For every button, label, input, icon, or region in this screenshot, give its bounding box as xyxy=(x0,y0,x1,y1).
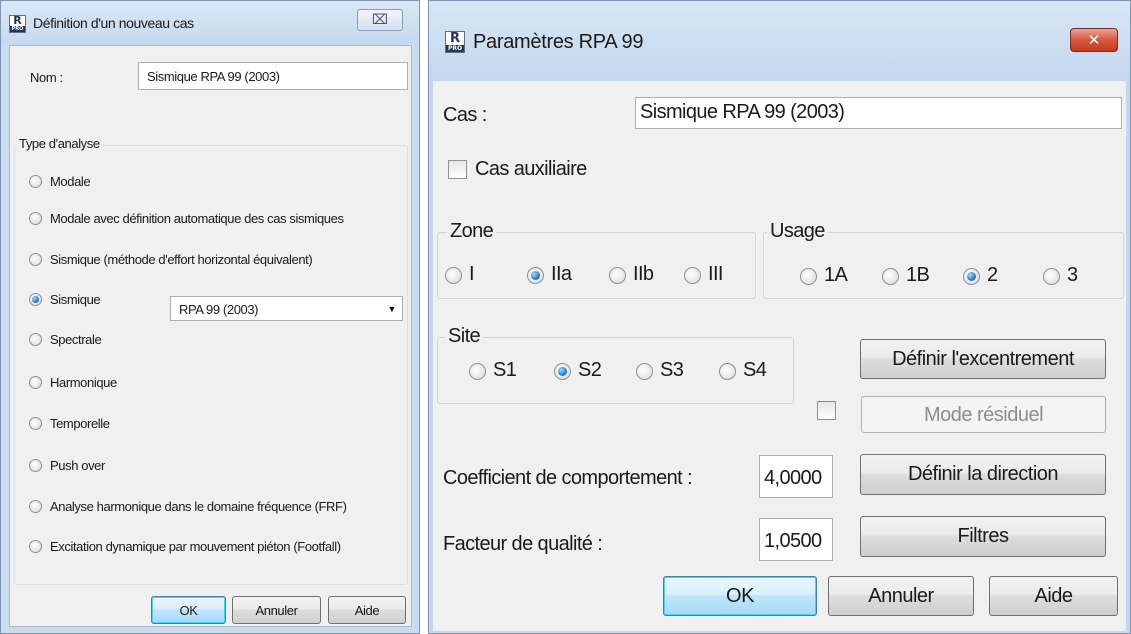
chevron-down-icon: ▼ xyxy=(387,304,396,314)
radio-usage-3[interactable] xyxy=(1043,268,1060,285)
ok-button[interactable]: OK xyxy=(663,576,817,616)
behavior-coefficient-label: Coefficient de comportement : xyxy=(443,467,693,489)
define-eccentricity-button[interactable]: Définir l'excentrement xyxy=(860,339,1106,379)
option-push-over-label: Push over xyxy=(50,458,105,473)
option-sismique-equivalent-label: Sismique (méthode d'effort horizontal éq… xyxy=(50,252,313,267)
help-button[interactable]: Aide xyxy=(989,576,1118,616)
auxiliary-case-checkbox[interactable] xyxy=(448,160,467,179)
site-s3-label: S3 xyxy=(660,359,684,381)
usage-3-label: 3 xyxy=(1067,264,1078,286)
radio-usage-2[interactable] xyxy=(963,268,980,285)
new-case-dialog: R PRO Définition d'un nouveau cas ⌧ Nom :… xyxy=(0,0,420,634)
cancel-button[interactable]: Annuler xyxy=(828,576,974,616)
zone-iia-label: IIa xyxy=(551,263,572,285)
dialog-body: Nom : Sismique RPA 99 (2003) Type d'anal… xyxy=(9,45,412,627)
radio-usage-1a[interactable] xyxy=(800,268,817,285)
usage-1a-label: 1A xyxy=(824,264,848,286)
option-harmonique-label: Harmonique xyxy=(50,375,117,390)
option-modale-auto-label: Modale avec définition automatique des c… xyxy=(50,211,344,226)
auxiliary-case-label: Cas auxiliaire xyxy=(475,158,587,180)
radio-frf[interactable] xyxy=(29,500,42,513)
site-s1-label: S1 xyxy=(493,359,517,381)
close-button[interactable]: ⌧ xyxy=(357,9,403,31)
usage-label: Usage xyxy=(767,220,828,243)
radio-push-over[interactable] xyxy=(29,459,42,472)
case-label: Cas : xyxy=(443,104,487,126)
radio-sismique[interactable] xyxy=(29,293,42,306)
analysis-type-label: Type d'analyse xyxy=(16,136,103,151)
radio-site-s4[interactable] xyxy=(719,363,736,380)
seismic-standard-value: RPA 99 (2003) xyxy=(179,302,259,317)
radio-modale[interactable] xyxy=(29,175,42,188)
zone-i-label: I xyxy=(469,263,475,285)
filters-button[interactable]: Filtres xyxy=(860,516,1106,557)
case-input[interactable]: Sismique RPA 99 (2003) xyxy=(635,97,1122,129)
name-input[interactable]: Sismique RPA 99 (2003) xyxy=(138,62,408,90)
dialog-title: Définition d'un nouveau cas xyxy=(33,15,194,31)
close-button[interactable]: ✕ xyxy=(1070,28,1118,52)
cancel-button[interactable]: Annuler xyxy=(232,596,321,624)
dialog-title: Paramètres RPA 99 xyxy=(473,31,644,53)
zone-label: Zone xyxy=(447,220,497,243)
title-bar[interactable]: R PRO Paramètres RPA 99 ✕ xyxy=(429,1,1130,81)
ok-button[interactable]: OK xyxy=(151,596,226,624)
dialog-body: Cas : Sismique RPA 99 (2003) Cas auxilia… xyxy=(433,81,1126,631)
site-group xyxy=(437,337,794,404)
radio-usage-1b[interactable] xyxy=(882,268,899,285)
rpa99-parameters-dialog: R PRO Paramètres RPA 99 ✕ Cas : Sismique … xyxy=(428,0,1131,634)
radio-temporelle[interactable] xyxy=(29,417,42,430)
radio-footfall[interactable] xyxy=(29,540,42,553)
radio-site-s1[interactable] xyxy=(469,363,486,380)
seismic-standard-select[interactable]: RPA 99 (2003) ▼ xyxy=(170,296,403,321)
option-modale-label: Modale xyxy=(50,174,91,189)
residual-mode-button[interactable]: Mode résiduel xyxy=(861,396,1106,433)
radio-site-s3[interactable] xyxy=(636,363,653,380)
radio-spectrale[interactable] xyxy=(29,333,42,346)
radio-zone-iib[interactable] xyxy=(609,267,626,284)
site-s4-label: S4 xyxy=(743,359,767,381)
radio-zone-iia[interactable] xyxy=(527,267,544,284)
quality-factor-label: Facteur de qualité : xyxy=(443,533,603,555)
radio-sismique-equivalent[interactable] xyxy=(29,253,42,266)
behavior-coefficient-input[interactable]: 4,0000 xyxy=(759,455,833,498)
usage-1b-label: 1B xyxy=(906,264,930,286)
zone-iib-label: IIb xyxy=(633,263,654,285)
radio-harmonique[interactable] xyxy=(29,376,42,389)
radio-zone-iii[interactable] xyxy=(684,267,701,284)
title-bar[interactable]: R PRO Définition d'un nouveau cas ⌧ xyxy=(1,1,419,45)
robot-app-icon: R PRO xyxy=(445,31,465,53)
name-label: Nom : xyxy=(30,70,63,85)
site-label: Site xyxy=(445,325,484,348)
option-sismique-label: Sismique xyxy=(50,292,101,307)
robot-app-icon: R PRO xyxy=(9,15,26,33)
option-footfall-label: Excitation dynamique par mouvement piéto… xyxy=(50,539,341,554)
radio-modale-auto[interactable] xyxy=(29,212,42,225)
quality-factor-input[interactable]: 1,0500 xyxy=(759,518,833,561)
radio-zone-i[interactable] xyxy=(445,267,462,284)
radio-site-s2[interactable] xyxy=(554,363,571,380)
define-direction-button[interactable]: Définir la direction xyxy=(860,454,1106,495)
option-frf-label: Analyse harmonique dans le domaine fréqu… xyxy=(50,499,347,514)
option-spectrale-label: Spectrale xyxy=(50,332,102,347)
zone-iii-label: III xyxy=(708,263,723,285)
option-temporelle-label: Temporelle xyxy=(50,416,110,431)
residual-mode-checkbox[interactable] xyxy=(817,401,836,420)
usage-2-label: 2 xyxy=(987,264,998,286)
site-s2-label: S2 xyxy=(578,359,602,381)
help-button[interactable]: Aide xyxy=(328,596,406,624)
